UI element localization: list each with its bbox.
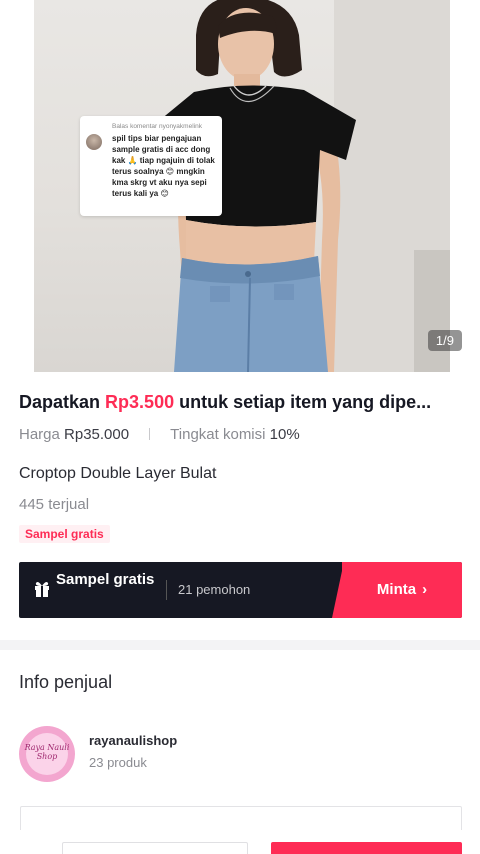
commission-value: 10% [269,426,300,443]
free-sample-badge: Sampel gratis [19,525,110,543]
bottom-action-bar [0,830,480,854]
product-photo[interactable]: Balas komentar nyonyakmelink spil tips b… [34,0,450,372]
headline-prefix: Dapatkan [19,392,101,412]
commenter-avatar [86,134,102,150]
seller-logo-text: Raya Nauli Shop [24,743,70,761]
section-divider [0,640,480,650]
chevron-right-icon: › [422,581,428,598]
commission-label: Tingkat komisi [170,426,266,443]
divider [149,428,151,440]
sold-count: 445 terjual [19,496,90,513]
product-name: Croptop Double Layer Bulat [19,465,217,482]
seller-avatar[interactable]: Raya Nauli Shop [19,726,75,782]
reply-comment-bubble: Balas komentar nyonyakmelink spil tips b… [80,116,222,216]
headline-suffix: untuk setiap item yang dipe... [179,392,432,412]
gift-icon [33,580,51,603]
free-sample-bar: Sampel gratis 21 pemohon Minta › [19,562,462,618]
commission-amount: Rp3.500 [105,392,175,412]
commission-headline: Dapatkan Rp3.500 untuk setiap item yang … [19,392,464,413]
product-image-carousel[interactable]: Balas komentar nyonyakmelink spil tips b… [0,0,480,372]
price-value: Rp35.000 [64,426,130,443]
price-label: Harga [19,426,60,443]
bottom-secondary-button[interactable] [62,842,248,854]
bottom-primary-button[interactable] [271,842,462,854]
seller-section-title: Info penjual [19,672,113,692]
reply-label: Balas komentar nyonyakmelink [112,123,202,130]
seller-product-count: 23 produk [89,755,147,770]
image-counter: 1/9 [427,330,462,351]
sample-bar-label: Sampel gratis [56,571,155,588]
seller-name[interactable]: rayanaulishop [89,733,177,748]
sample-bar-divider [166,580,167,600]
request-sample-button[interactable]: Minta › [342,562,462,618]
comment-text: spil tips biar pengajuan sample gratis d… [112,134,215,198]
price-commission-row: Harga Rp35.000 Tingkat komisi 10% [19,426,300,443]
request-button-label: Minta [376,581,417,598]
applicant-count: 21 pemohon [178,582,251,597]
